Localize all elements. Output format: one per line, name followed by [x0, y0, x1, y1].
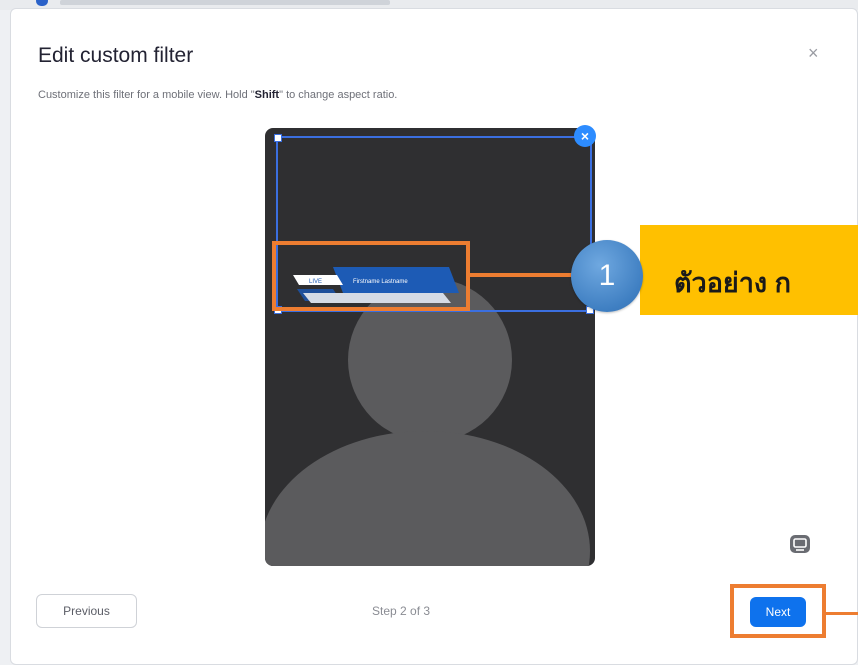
step-indicator: Step 2 of 3 — [372, 604, 431, 618]
dialog-subtitle: Customize this filter for a mobile view.… — [38, 89, 397, 101]
subtitle-shift-key: Shift — [254, 89, 280, 101]
close-icon[interactable]: × — [808, 44, 819, 62]
remove-filter-button[interactable]: × — [574, 125, 596, 147]
subtitle-text-end: " to change aspect ratio. — [279, 89, 398, 101]
avatar-shoulders-shape — [265, 431, 590, 566]
caption-icon[interactable] — [786, 530, 814, 558]
callout-number-badge: 1 — [571, 240, 643, 312]
subtitle-text-start: Customize this filter for a mobile view.… — [38, 89, 255, 101]
background-blurred-text — [60, 0, 390, 5]
callout-connector-line — [470, 273, 575, 277]
previous-button[interactable]: Previous — [36, 594, 137, 628]
resize-handle-top-left[interactable] — [274, 134, 282, 142]
next-button[interactable]: Next — [750, 597, 806, 627]
callout-highlight-banner — [272, 241, 470, 311]
callout-label: ตัวอย่าง ก — [640, 225, 858, 315]
background-checkbox-icon — [36, 0, 48, 6]
dialog-title: Edit custom filter — [38, 44, 194, 67]
next-callout-connector — [826, 612, 858, 615]
